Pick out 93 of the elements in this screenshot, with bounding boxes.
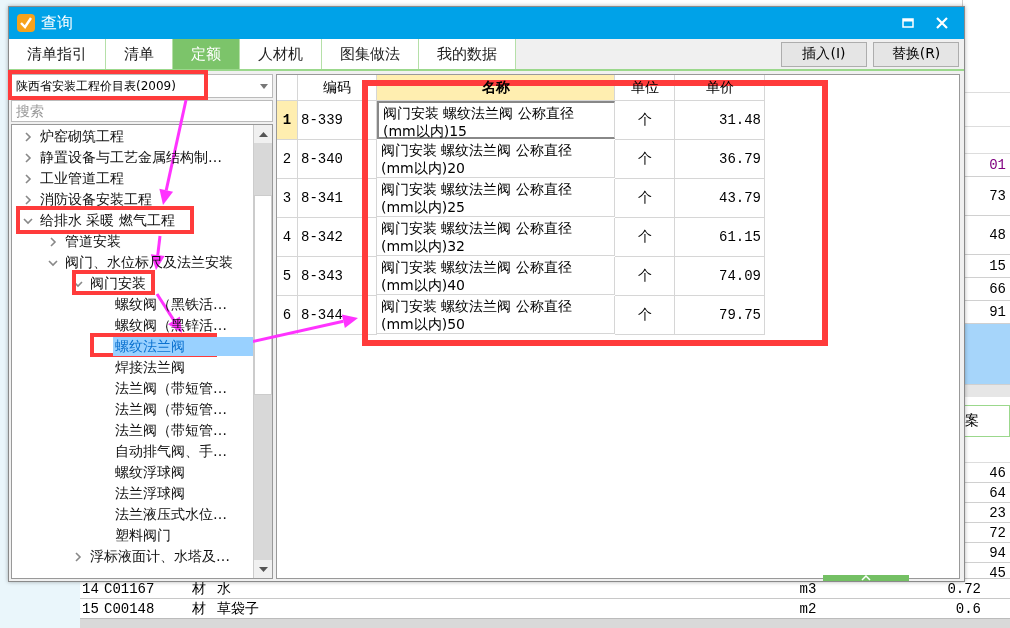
table-cell: 个 — [615, 218, 675, 257]
table-cell: 8-341 — [298, 179, 377, 218]
table-cell: 91 — [989, 304, 1006, 320]
table-cell: 8-342 — [298, 218, 377, 257]
tree-item[interactable]: 焊接法兰阀 — [113, 358, 185, 377]
chevron-right-icon[interactable] — [23, 173, 33, 184]
table-cell: 45 — [989, 564, 1006, 578]
table-cell: 31.48 — [675, 101, 765, 140]
table-cell: 8-340 — [298, 140, 377, 179]
table-cell: 个 — [615, 296, 675, 335]
tree-item[interactable]: 法兰阀（带短管… — [113, 400, 227, 419]
horizontal-scrollbar[interactable] — [963, 385, 1010, 397]
library-dropdown[interactable]: 陕西省安装工程价目表(2009) — [11, 74, 273, 98]
table-cell: 36.79 — [675, 140, 765, 179]
scroll-up-icon[interactable] — [258, 131, 268, 137]
table-cell-text: 材 — [190, 599, 207, 618]
table-cell: 43.79 — [675, 179, 765, 218]
table-cell-text: 材 — [190, 579, 207, 598]
row-number: 14 — [81, 580, 100, 597]
table-cell-text: 0.6 — [954, 600, 982, 617]
table-cell: 23 — [989, 504, 1006, 521]
chevron-right-icon[interactable] — [23, 131, 33, 142]
table-cell-text: 草袋子 — [216, 599, 260, 618]
tab[interactable]: 案 — [965, 412, 979, 430]
tree-item[interactable]: 法兰液压式水位… — [113, 505, 227, 524]
row-number: 6 — [277, 296, 298, 335]
table-cell: 个 — [615, 179, 675, 218]
chevron-down-icon[interactable] — [73, 278, 83, 289]
table-cell: 74.09 — [675, 257, 765, 296]
tree-item[interactable]: 炉窑砌筑工程 — [38, 127, 124, 146]
table-cell: 48 — [989, 227, 1006, 243]
table-cell: 72 — [989, 524, 1006, 541]
row-number: 15 — [81, 600, 100, 617]
table-cell: 个 — [615, 140, 675, 179]
splitter-handle[interactable] — [823, 575, 909, 581]
table-cell: 46 — [989, 464, 1006, 481]
chevron-down-icon[interactable] — [23, 215, 33, 226]
column-header[interactable]: 编码 — [323, 78, 351, 97]
table-cell: 15 — [989, 258, 1006, 274]
tree-item[interactable]: 自动排气阀、手… — [113, 442, 227, 461]
close-icon — [936, 17, 948, 29]
tree-item[interactable]: 消防设备安装工程 — [38, 190, 152, 209]
tree-item[interactable]: 阀门安装 — [88, 274, 146, 293]
table-cell: 01 — [989, 157, 1006, 173]
tree-item[interactable]: 塑料阀门 — [113, 526, 171, 545]
window-title: 查询 — [41, 12, 74, 34]
table-cell: 79.75 — [675, 296, 765, 335]
horizontal-scrollbar[interactable] — [80, 618, 1010, 628]
table-cell: 73 — [989, 188, 1006, 204]
table-cell: 66 — [989, 281, 1006, 297]
table-cell: 61.15 — [675, 218, 765, 257]
maximize-icon — [902, 18, 914, 28]
tree-item[interactable]: 螺纹阀（黑铁活… — [113, 295, 227, 314]
table-cell: 94 — [989, 544, 1006, 561]
dropdown-caret-icon — [260, 83, 268, 89]
tree-item[interactable]: 阀门、水位标尺及法兰安装 — [63, 253, 233, 272]
table-cell: 8-339 — [298, 101, 377, 140]
tree-item[interactable]: 工业管道工程 — [38, 169, 124, 188]
chevron-right-icon[interactable] — [23, 152, 33, 163]
table-cell-text: C00148 — [103, 600, 156, 617]
tree-item[interactable]: 螺纹浮球阀 — [113, 463, 185, 482]
replace-button[interactable]: 替换(R) — [873, 41, 959, 67]
tree-item[interactable]: 法兰阀（带短管… — [113, 379, 227, 398]
row-number: 5 — [277, 257, 298, 296]
table-cell-text: m2 — [798, 600, 818, 617]
table-cell-text: 水 — [216, 579, 232, 598]
chevron-down-icon[interactable] — [48, 257, 58, 268]
row-number: 4 — [277, 218, 298, 257]
scrollbar[interactable] — [253, 125, 272, 578]
tree-item[interactable]: 管道安装 — [63, 232, 121, 251]
table-cell-text: 0.72 — [946, 580, 982, 597]
table-cell: 阀门安装 螺纹法兰阀 公称直径(mm以内)15 — [377, 101, 615, 139]
tree-item[interactable]: 给排水 采暖 燃气工程 — [38, 211, 175, 230]
table-cell-text: C01167 — [103, 580, 156, 597]
chevron-right-icon[interactable] — [23, 194, 33, 205]
table-cell: 8-343 — [298, 257, 377, 296]
table-cell: 个 — [615, 101, 675, 140]
tree-item[interactable]: 法兰阀（带短管… — [113, 421, 227, 440]
tree-item[interactable]: 法兰浮球阀 — [113, 484, 185, 503]
row-number: 1 — [277, 101, 298, 140]
chevron-right-icon[interactable] — [73, 551, 83, 562]
table-cell-text: m3 — [798, 580, 818, 597]
row-number: 3 — [277, 179, 298, 218]
tree-item[interactable]: 浮标液面计、水塔及… — [88, 547, 230, 566]
scroll-down-icon[interactable] — [258, 566, 268, 572]
app-logo-icon — [17, 14, 35, 32]
search-field[interactable]: 搜索 — [11, 100, 273, 122]
row-number: 2 — [277, 140, 298, 179]
annotation-arrow — [150, 235, 165, 270]
table-cell: 64 — [989, 484, 1006, 501]
insert-button[interactable]: 插入(I) — [781, 41, 867, 67]
table-cell: 个 — [615, 257, 675, 296]
chevron-right-icon[interactable] — [48, 236, 58, 247]
